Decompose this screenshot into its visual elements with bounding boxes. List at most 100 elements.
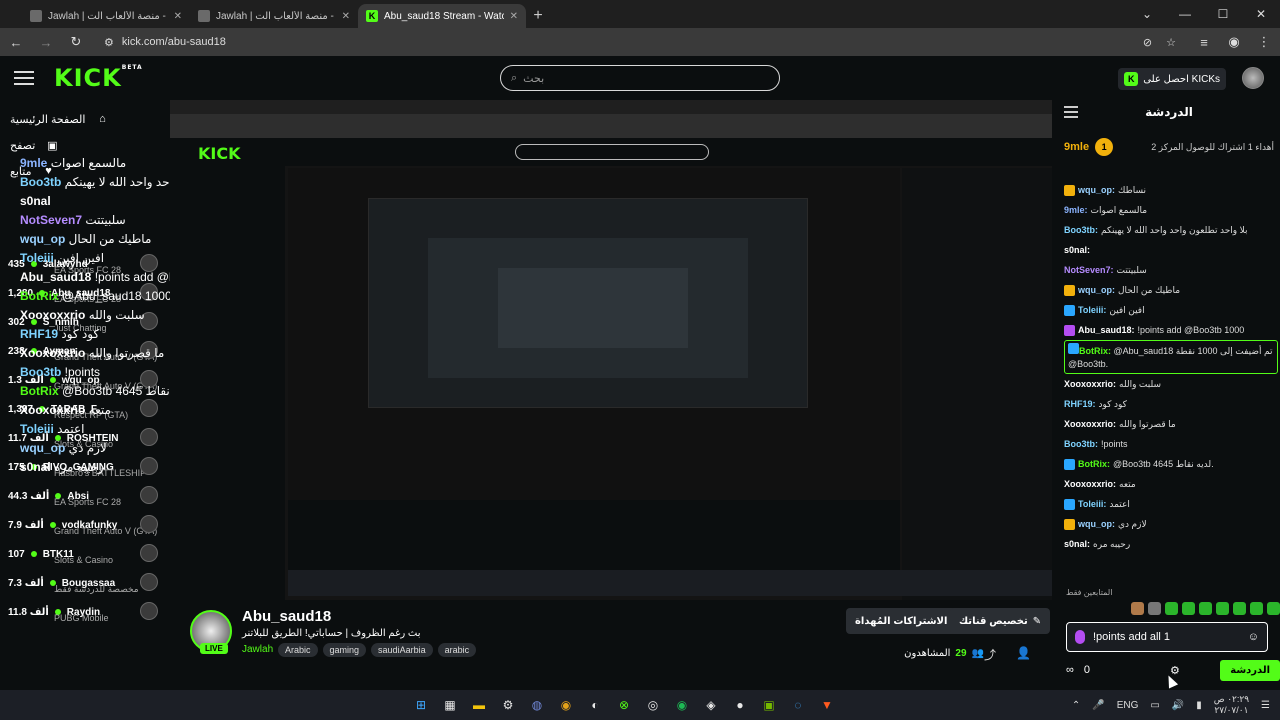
language-indicator[interactable]: ENG	[1117, 700, 1139, 711]
chat-username[interactable]: Toleiii:	[1078, 495, 1106, 514]
collapse-chat-icon[interactable]	[1064, 106, 1078, 118]
store-icon[interactable]: ▦	[439, 694, 461, 716]
chat-username[interactable]: s0nal:	[1064, 241, 1090, 260]
chat-username[interactable]: wqu_op:	[1078, 281, 1115, 300]
browser-tab[interactable]: Jawlah | جولة - منصة الألعاب الت ✕	[190, 4, 358, 28]
forward-button[interactable]: →	[36, 32, 56, 52]
discord-icon[interactable]: ◍	[526, 694, 548, 716]
chat-username[interactable]: s0nal:	[1064, 535, 1090, 554]
stream-tag[interactable]: saudiAarbia	[371, 643, 433, 657]
steam-icon[interactable]: ◐	[584, 694, 606, 716]
stream-tag[interactable]: arabic	[437, 643, 477, 657]
close-tab-icon[interactable]: ✕	[342, 11, 350, 22]
clock[interactable]: ٠٢:٢٩ ص ٢٧/٠٧/٠١	[1214, 694, 1249, 716]
site-info-icon[interactable]: ⚙	[104, 36, 114, 49]
kick-logo[interactable]: KICKBETA	[54, 64, 143, 92]
chat-username[interactable]: Xooxoxxrio:	[1064, 475, 1116, 494]
followed-channel[interactable]: 7.9 ألف vodkafunky Grand Theft Auto V (G…	[0, 511, 170, 539]
menu-icon[interactable]: ⋮	[1254, 32, 1274, 52]
chat-username[interactable]: BotRix:	[1078, 455, 1110, 474]
app-icon[interactable]: ◎	[642, 694, 664, 716]
emote-icon[interactable]	[1165, 602, 1178, 615]
emote-icon[interactable]	[1131, 602, 1144, 615]
volume-icon[interactable]: 🔊	[1172, 700, 1184, 711]
followed-channel[interactable]: 107 BTK11 Slots & Casino	[0, 540, 170, 568]
mic-tray-icon[interactable]: 🎤	[1092, 700, 1104, 711]
network-icon[interactable]: ▭	[1150, 700, 1159, 711]
user-avatar[interactable]	[1242, 67, 1264, 89]
settings-icon[interactable]: ⚙	[497, 694, 519, 716]
brave-icon[interactable]: ▼	[816, 694, 838, 716]
start-icon[interactable]: ⊞	[410, 694, 432, 716]
stream-tag[interactable]: gaming	[322, 643, 367, 657]
file-explorer-icon[interactable]: ▬	[468, 694, 490, 716]
emoji-icon[interactable]: ☺	[1248, 631, 1259, 643]
spotify-icon[interactable]: ◉	[671, 694, 693, 716]
obs-icon[interactable]: ●	[729, 694, 751, 716]
chat-username[interactable]: wqu_op:	[1078, 181, 1115, 200]
chat-username[interactable]: 9mle:	[1064, 201, 1088, 220]
new-tab-button[interactable]: +	[526, 4, 550, 28]
chat-username[interactable]: BotRix:	[1079, 346, 1111, 356]
game-icon[interactable]: ◈	[700, 694, 722, 716]
stream-tag[interactable]: Arabic	[278, 643, 318, 657]
back-button[interactable]: ←	[6, 32, 26, 52]
channel-points-icon[interactable]: ∞	[1066, 664, 1074, 676]
chat-username[interactable]: RHF19:	[1064, 395, 1096, 414]
close-tab-icon[interactable]: ✕	[174, 11, 182, 22]
microphone-icon[interactable]	[1075, 630, 1085, 644]
chat-username[interactable]: Xooxoxxrio:	[1064, 415, 1116, 434]
network-app-icon[interactable]: ◌	[787, 694, 809, 716]
chat-username[interactable]: Boo3tb:	[1064, 435, 1098, 454]
battery-icon[interactable]: ▮	[1196, 700, 1202, 711]
bookmark-star-icon[interactable]: ☆	[1166, 36, 1176, 49]
profile-icon[interactable]: ◉	[1224, 32, 1244, 52]
customize-channel-button[interactable]: تخصيص قناتك ✎	[950, 608, 1051, 634]
nvidia-icon[interactable]: ▣	[758, 694, 780, 716]
extensions-icon[interactable]: ≡	[1194, 32, 1214, 52]
chat-username[interactable]: wqu_op:	[1078, 515, 1115, 534]
sidebar-nav-item[interactable]: ▣ تصفح	[0, 132, 170, 158]
sidebar-nav-item[interactable]: ⌂ الصفحة الرئيسية	[0, 106, 170, 132]
chat-username[interactable]: Toleiii:	[1078, 301, 1106, 320]
emote-icon[interactable]	[1250, 602, 1263, 615]
share-icon[interactable]: ⤴	[984, 646, 996, 663]
tray-chevron-icon[interactable]: ⌃	[1072, 700, 1080, 711]
chat-username[interactable]: NotSeven7:	[1064, 261, 1114, 280]
video-player[interactable]: KICK	[170, 100, 1052, 600]
maximize-button[interactable]: ☐	[1204, 0, 1242, 28]
hamburger-menu-icon[interactable]	[14, 71, 34, 85]
emote-icon[interactable]	[1233, 602, 1246, 615]
xbox-icon[interactable]: ⊗	[613, 694, 635, 716]
emote-icon[interactable]	[1216, 602, 1229, 615]
emote-icon[interactable]	[1148, 602, 1161, 615]
chat-input[interactable]: !points add all 1 ☺	[1066, 622, 1268, 652]
address-bar[interactable]: ⚙ kick.com/abu-saud18 ⊘ ☆	[96, 31, 1184, 53]
chat-username[interactable]: Abu_saud18:	[1078, 321, 1135, 340]
minimize-button[interactable]: —	[1166, 0, 1204, 28]
close-tab-icon[interactable]: ✕	[510, 11, 518, 22]
search-input[interactable]: ⌕ بحث	[500, 65, 780, 91]
get-kicks-button[interactable]: K احصل على KICKs	[1118, 68, 1226, 90]
browser-tab[interactable]: Jawlah | جولة - منصة الألعاب الت ✕	[22, 4, 190, 28]
stream-category[interactable]: Jawlah	[242, 644, 273, 655]
eye-off-icon[interactable]: ⊘	[1143, 36, 1152, 49]
chat-message: s0nal:	[1064, 240, 1278, 260]
notifications-icon[interactable]: ☰	[1261, 700, 1270, 711]
followed-channel[interactable]: 7.3 ألف Bougassaa مخصصة للدردشة فقط	[0, 569, 170, 597]
reload-button[interactable]: ↻	[66, 32, 86, 52]
emote-icon[interactable]	[1182, 602, 1195, 615]
browser-tab[interactable]: K Abu_saud18 Stream - Watch Li... ✕	[358, 4, 526, 28]
followed-channel[interactable]: 44.3 ألف Absi EA Sports FC 28	[0, 482, 170, 510]
chat-username[interactable]: Xooxoxxrio:	[1064, 375, 1116, 394]
send-chat-button[interactable]: الدردشة	[1220, 659, 1280, 681]
chat-username[interactable]: Boo3tb:	[1064, 221, 1098, 240]
emote-icon[interactable]	[1199, 602, 1212, 615]
streamer-name[interactable]: Abu_saud18	[242, 608, 331, 625]
followed-channel[interactable]: 11.8 ألف Raydin PUBG Mobile	[0, 598, 170, 626]
emote-icon[interactable]	[1267, 602, 1280, 615]
follow-icon[interactable]: 👤	[1016, 646, 1031, 660]
chevron-down-icon[interactable]: ⌄	[1128, 0, 1166, 28]
chrome-icon[interactable]: ◉	[555, 694, 577, 716]
close-window-button[interactable]: ✕	[1242, 0, 1280, 28]
